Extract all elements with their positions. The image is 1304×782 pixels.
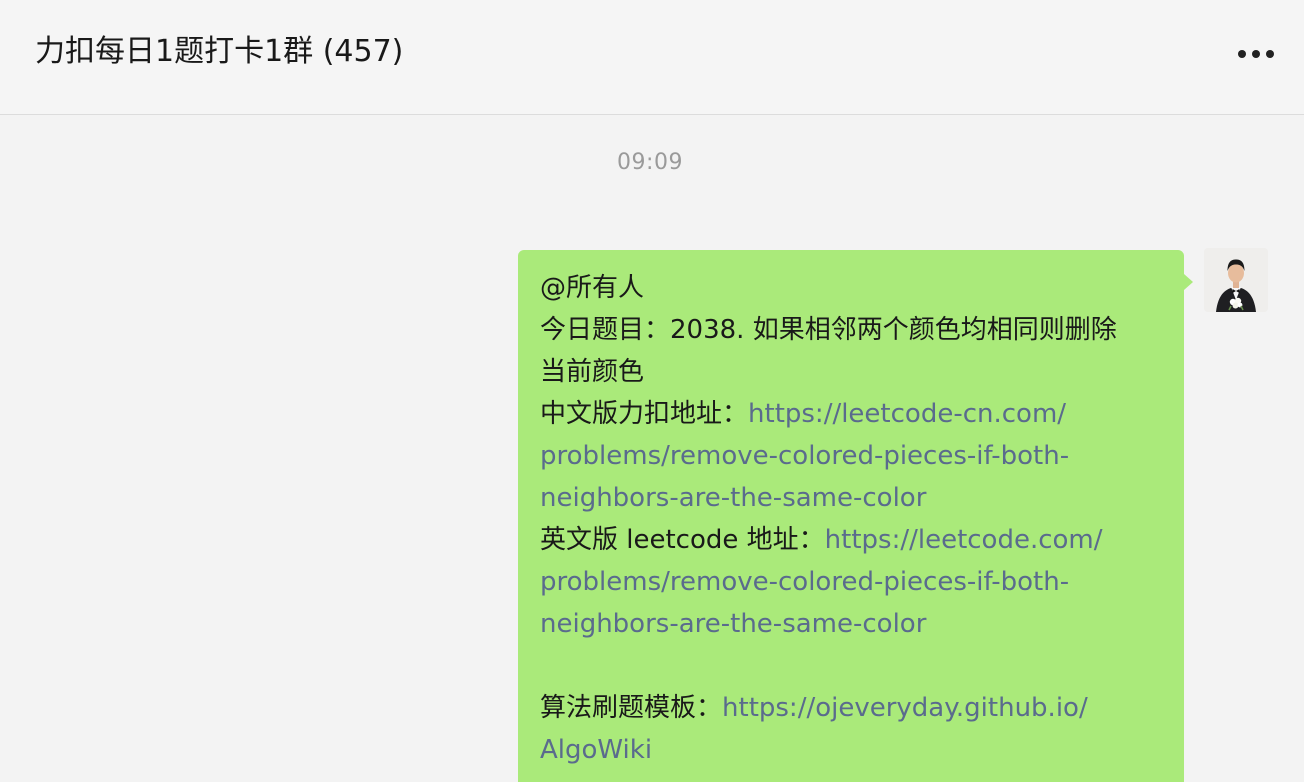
message-line: 今日题目：2038. 如果相邻两个颜色均相同则删除 — [540, 315, 1117, 345]
bubble-tail — [1184, 274, 1193, 290]
leetcode-cn-link[interactable]: https://leetcode-cn.com/ — [748, 399, 1066, 429]
en-address-label: 英文版 leetcode 地址： — [540, 525, 825, 555]
more-dots-icon — [1266, 50, 1274, 58]
chat-header: 力扣每日1题打卡1群 (457) — [0, 0, 1304, 115]
message-line: 中文版力扣地址：https://leetcode-cn.com/ — [540, 393, 1170, 435]
leetcode-en-link[interactable]: neighbors-are-the-same-color — [540, 609, 926, 639]
message-timestamp: 09:09 — [617, 150, 683, 175]
avatar-image — [1204, 248, 1268, 312]
template-label: 算法刷题模板： — [540, 693, 723, 723]
message-line: 算法刷题模板：https://ojeveryday.github.io/ — [540, 687, 1170, 729]
message-line: 当前颜色 — [540, 357, 645, 387]
message-line: neighbors-are-the-same-color — [540, 603, 1170, 645]
user-avatar[interactable] — [1204, 248, 1268, 312]
cn-address-label: 中文版力扣地址： — [540, 399, 749, 429]
chat-window: 力扣每日1题打卡1群 (457) 09:09 @所有人 今日题目：2038. 如… — [0, 0, 1304, 782]
algowiki-link[interactable]: https://ojeveryday.github.io/ — [722, 693, 1088, 723]
more-dots-icon — [1238, 50, 1246, 58]
message-line: neighbors-are-the-same-color — [540, 477, 1170, 519]
message-bubble[interactable]: @所有人 今日题目：2038. 如果相邻两个颜色均相同则删除 当前颜色 中文版力… — [518, 250, 1184, 782]
chat-title: 力扣每日1题打卡1群 (457) — [35, 34, 404, 69]
message-line: AlgoWiki — [540, 729, 1170, 771]
message-text: @所有人 今日题目：2038. 如果相邻两个颜色均相同则删除 当前颜色 中文版力… — [540, 267, 1170, 771]
message-line: 英文版 leetcode 地址：https://leetcode.com/ — [540, 519, 1170, 561]
leetcode-cn-link[interactable]: problems/remove-colored-pieces-if-both- — [540, 441, 1069, 471]
more-options-button[interactable] — [1230, 34, 1282, 72]
leetcode-en-link[interactable]: https://leetcode.com/ — [825, 525, 1103, 555]
algowiki-link[interactable]: AlgoWiki — [540, 735, 652, 765]
message-line: problems/remove-colored-pieces-if-both- — [540, 435, 1170, 477]
message-line: @所有人 — [540, 273, 645, 303]
leetcode-en-link[interactable]: problems/remove-colored-pieces-if-both- — [540, 567, 1069, 597]
leetcode-cn-link[interactable]: neighbors-are-the-same-color — [540, 483, 926, 513]
more-dots-icon — [1252, 50, 1260, 58]
message-line: problems/remove-colored-pieces-if-both- — [540, 561, 1170, 603]
